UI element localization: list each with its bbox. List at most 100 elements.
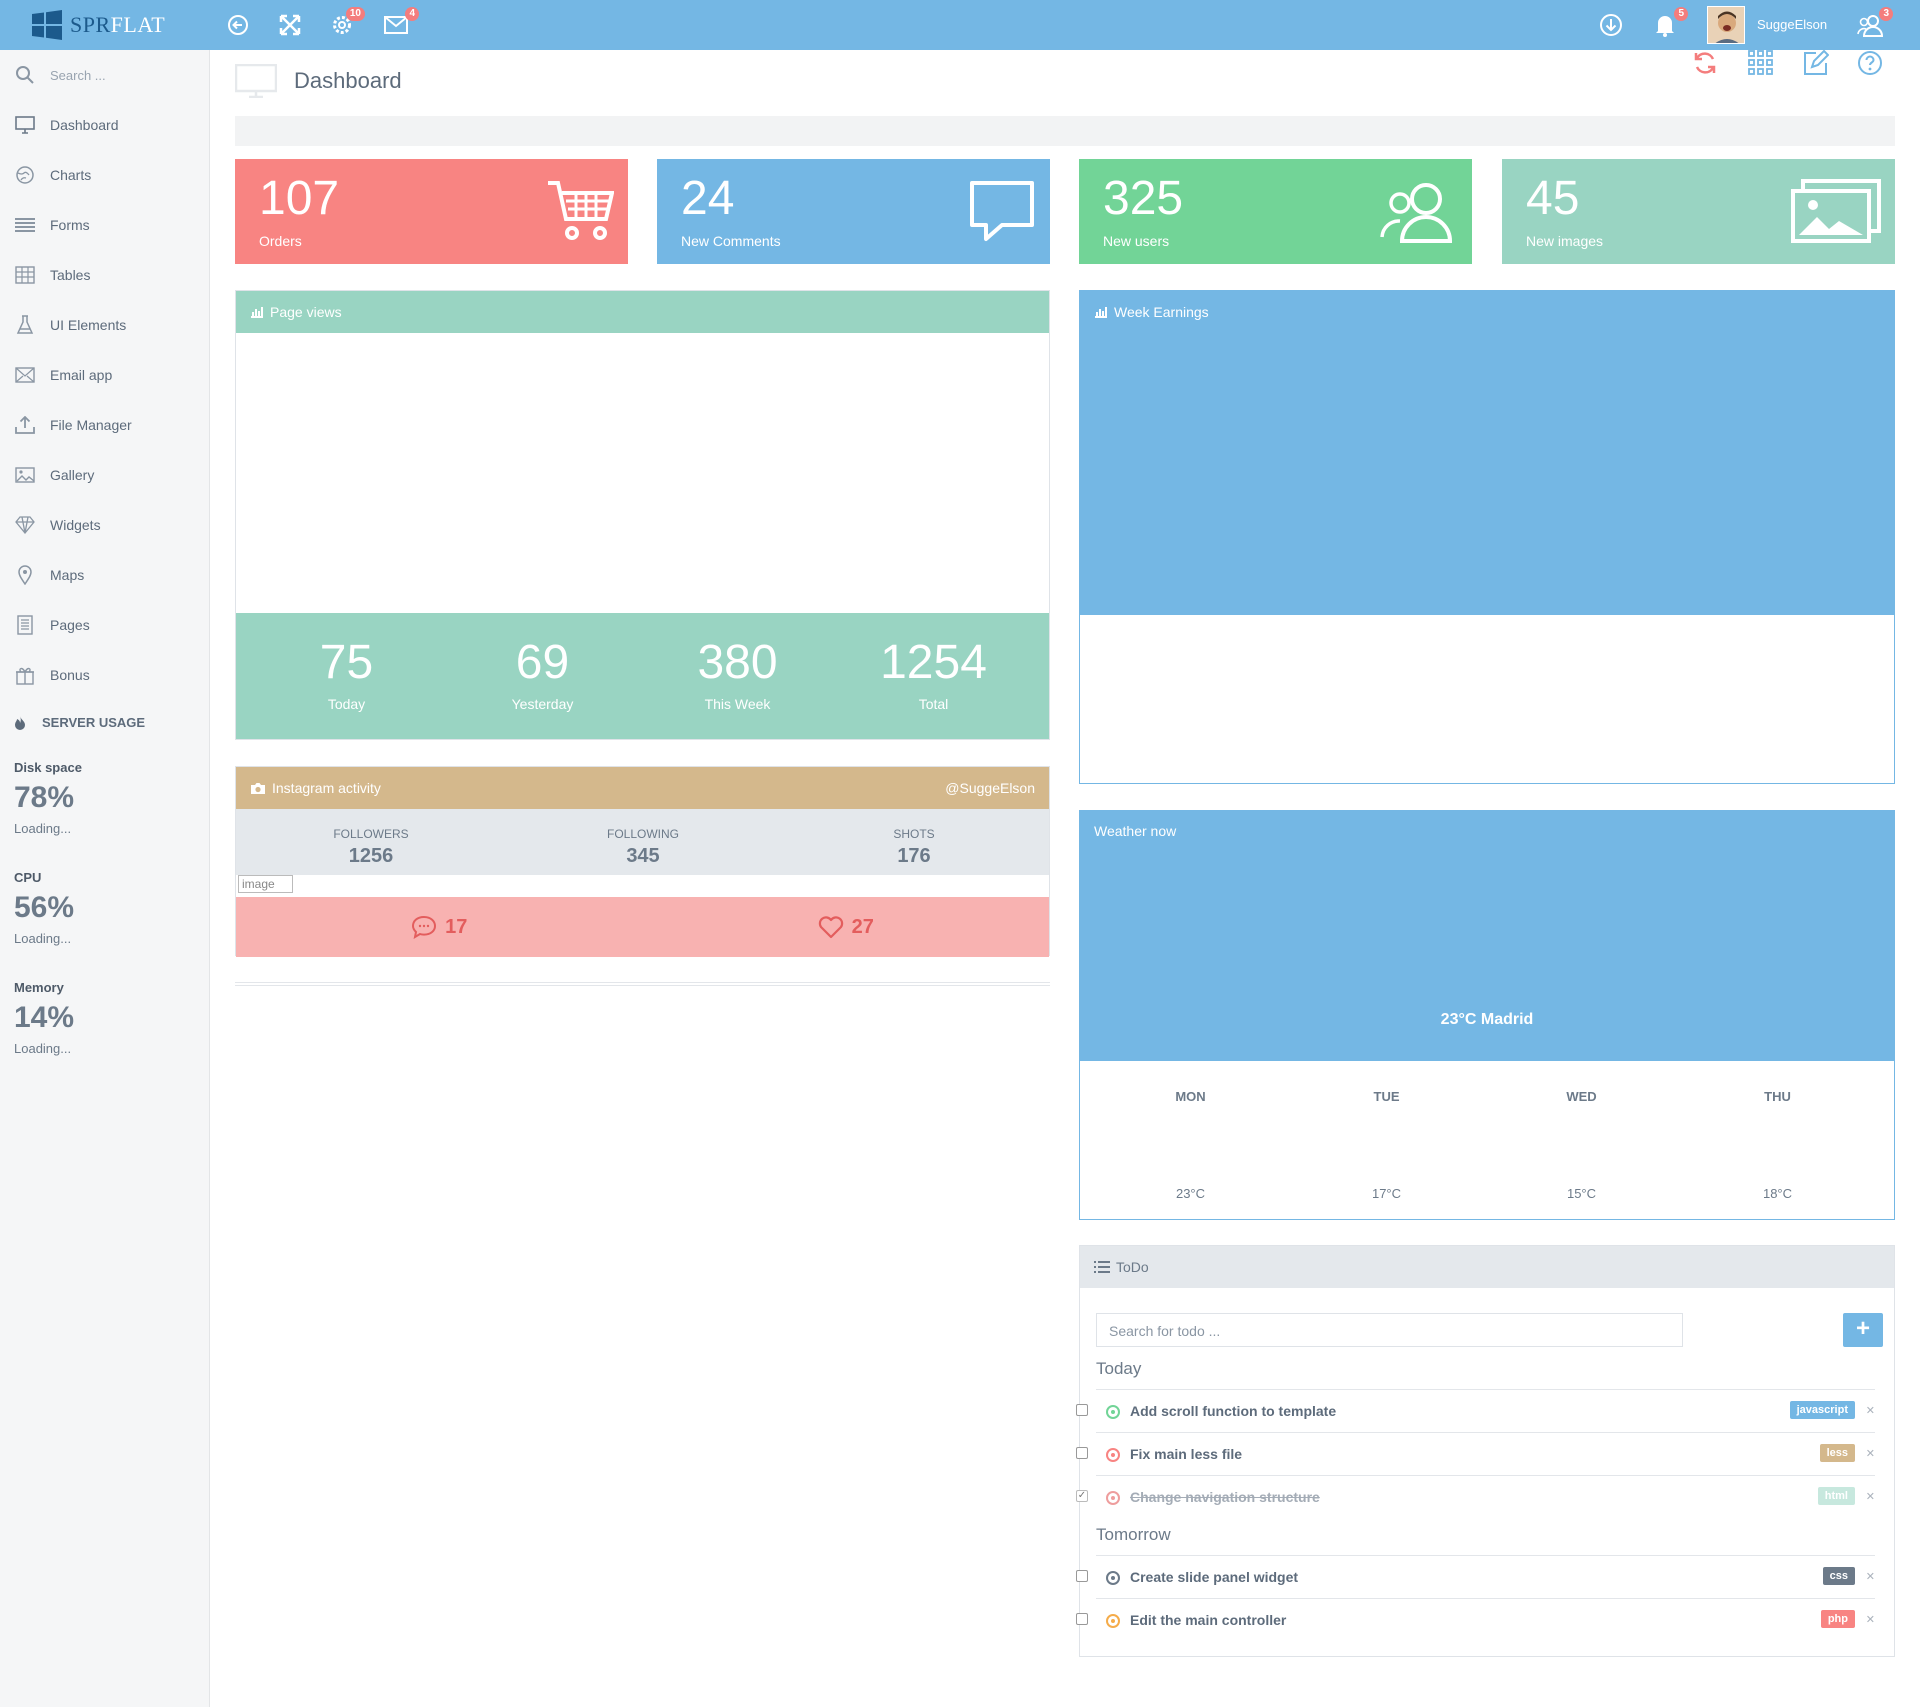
mail-button[interactable]: 4 (381, 7, 419, 40)
notifications-button[interactable]: 5 (1650, 7, 1688, 40)
close-icon[interactable]: ✕ (1866, 1447, 1875, 1460)
todo-item[interactable]: ✓ Change navigation structure html ✕ (1076, 1475, 1875, 1518)
pv-this-week: 380 This Week (697, 636, 778, 712)
mail-badge: 4 (405, 7, 419, 21)
disk-usage-value: 78% (14, 781, 75, 814)
todo-panel: ToDo Search for todo ... + Today Add scr… (1076, 1245, 1895, 1657)
cart-icon (548, 181, 614, 240)
sidebar-item-widgets[interactable]: Widgets (0, 500, 209, 550)
todo-tag: javascript (1789, 1401, 1855, 1419)
panel-title: Week Earnings (1114, 304, 1209, 320)
users-badge: 3 (1879, 7, 1893, 21)
stat-value: 24 (681, 172, 735, 225)
sidebar-item-gallery[interactable]: Gallery (0, 450, 209, 500)
ig-shots: SHOTS 176 (893, 827, 935, 867)
refresh-icon (1694, 52, 1716, 74)
memory-usage: Memory 14% Loading... (14, 980, 74, 1056)
todo-checkbox[interactable] (1076, 1570, 1088, 1582)
sidebar-item-bonus[interactable]: Bonus (0, 650, 209, 700)
sidebar-item-label: Gallery (50, 467, 95, 483)
todo-item[interactable]: Fix main less file less ✕ (1076, 1432, 1875, 1475)
pv-today: 75 Today (319, 636, 374, 712)
todo-status-icon (1106, 1614, 1120, 1628)
bar-chart-icon (1095, 307, 1107, 318)
broken-image: image (238, 875, 293, 893)
todo-search-input[interactable]: Search for todo ... (1096, 1313, 1683, 1347)
todo-checkbox-checked[interactable]: ✓ (1076, 1490, 1088, 1502)
todo-checkbox[interactable] (1076, 1613, 1088, 1625)
todo-checkbox[interactable] (1076, 1447, 1088, 1459)
settings-button[interactable]: 10 (327, 7, 365, 40)
todo-group-today: Today (1096, 1359, 1142, 1378)
refresh-button[interactable] (1692, 50, 1718, 76)
sidebar-item-dashboard[interactable]: Dashboard (0, 100, 209, 150)
sidebar-item-file-manager[interactable]: File Manager (0, 400, 209, 450)
flask-icon (14, 315, 36, 335)
sidebar-item-email-app[interactable]: Email app (0, 350, 209, 400)
stat-label: Orders (259, 233, 302, 249)
forecast-temp: 23°C (1175, 1186, 1206, 1201)
help-button[interactable] (1857, 50, 1883, 76)
instagram-handle[interactable]: @SuggeElson (945, 780, 1035, 796)
speech-bubble-icon (970, 181, 1034, 241)
sidebar-item-ui-elements[interactable]: UI Elements (0, 300, 209, 350)
close-icon[interactable]: ✕ (1866, 1404, 1875, 1417)
todo-status-icon (1106, 1571, 1120, 1585)
back-button[interactable] (223, 10, 253, 40)
todo-item[interactable]: Edit the main controller php ✕ (1076, 1598, 1875, 1641)
todo-checkbox[interactable] (1076, 1404, 1088, 1416)
sidebar-item-label: Widgets (50, 517, 101, 533)
download-button[interactable] (1596, 10, 1626, 40)
sidebar-item-charts[interactable]: Charts (0, 150, 209, 200)
pv-yesterday: 69 Yesterday (511, 636, 574, 712)
sidebar-item-tables[interactable]: Tables (0, 250, 209, 300)
stat-tile-users[interactable]: 325 New users (1079, 159, 1472, 264)
close-icon[interactable]: ✕ (1866, 1613, 1875, 1626)
likes-counter[interactable]: 27 (643, 897, 1050, 957)
forecast-temp: 18°C (1762, 1186, 1793, 1201)
cpu-usage-value: 56% (14, 891, 75, 924)
todo-text: Add scroll function to template (1130, 1403, 1337, 1419)
todo-item[interactable]: Add scroll function to template javascri… (1076, 1389, 1875, 1432)
fullscreen-button[interactable] (275, 10, 305, 40)
sidebar-item-pages[interactable]: Pages (0, 600, 209, 650)
logo[interactable]: SPRFLAT (32, 10, 165, 40)
todo-tag: css (1822, 1567, 1855, 1585)
edit-button[interactable] (1803, 50, 1829, 76)
comments-counter[interactable]: 17 (236, 897, 643, 957)
envelope-icon (14, 365, 36, 385)
panel-header: ToDo (1080, 1246, 1894, 1288)
search-icon (14, 65, 36, 85)
forecast-day: MON (1175, 1089, 1206, 1104)
stat-value: 325 (1103, 172, 1184, 225)
stat-tile-orders[interactable]: 107 Orders (235, 159, 628, 264)
avatar[interactable] (1707, 6, 1745, 44)
server-usage-heading: SERVER USAGE (14, 715, 145, 730)
close-icon[interactable]: ✕ (1866, 1490, 1875, 1503)
map-pin-icon (14, 565, 36, 585)
apps-button[interactable] (1748, 50, 1774, 76)
user-name[interactable]: SuggeElson (1757, 17, 1827, 32)
todo-item[interactable]: Create slide panel widget css ✕ (1076, 1555, 1875, 1598)
memory-usage-label: Memory (14, 980, 64, 995)
panel-title: ToDo (1116, 1259, 1149, 1275)
stat-tile-comments[interactable]: 24 New Comments (657, 159, 1050, 264)
instagram-actions: 17 27 (236, 897, 1049, 957)
todo-status-icon (1106, 1405, 1120, 1419)
stat-tile-images[interactable]: 45 New images (1502, 159, 1895, 264)
forecast-temp: 17°C (1371, 1186, 1402, 1201)
search-input[interactable]: Search ... (50, 68, 106, 83)
sidebar-item-label: UI Elements (50, 317, 127, 333)
close-icon[interactable]: ✕ (1866, 1570, 1875, 1583)
add-todo-button[interactable]: + (1843, 1313, 1883, 1347)
forecast-day: THU (1764, 1089, 1791, 1104)
images-icon (1791, 179, 1881, 243)
download-icon (1600, 14, 1622, 36)
users-button[interactable]: 3 (1855, 7, 1893, 40)
todo-text: Create slide panel widget (1130, 1569, 1299, 1585)
sidebar-item-forms[interactable]: Forms (0, 200, 209, 250)
sidebar-item-maps[interactable]: Maps (0, 550, 209, 600)
forecast-temp: 15°C (1566, 1186, 1597, 1201)
sidebar-search[interactable]: Search ... (0, 50, 209, 100)
empty-panel (235, 982, 1050, 986)
